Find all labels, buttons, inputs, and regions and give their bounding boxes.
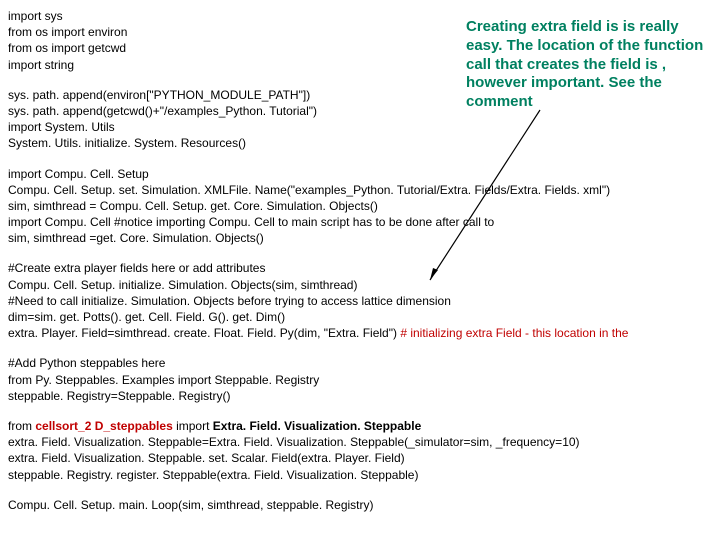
code-line: extra. Field. Visualization. Steppable=E…: [8, 434, 712, 450]
code-line: sim, simthread = Compu. Cell. Setup. get…: [8, 198, 712, 214]
code-line: #Create extra player fields here or add …: [8, 260, 712, 276]
code-line: import Compu. Cell. Setup: [8, 166, 712, 182]
code-line: from cellsort_2 D_steppables import Extr…: [8, 418, 712, 434]
code-text: from: [8, 419, 35, 433]
code-line: steppable. Registry=Steppable. Registry(…: [8, 388, 712, 404]
code-line: Compu. Cell. Setup. set. Simulation. XML…: [8, 182, 712, 198]
code-block-4: #Create extra player fields here or add …: [8, 260, 712, 341]
code-line: import Compu. Cell #notice importing Com…: [8, 214, 712, 230]
code-line: dim=sim. get. Potts(). get. Cell. Field.…: [8, 309, 712, 325]
code-block-3: import Compu. Cell. Setup Compu. Cell. S…: [8, 166, 712, 247]
code-text: extra. Player. Field=simthread. create. …: [8, 326, 400, 340]
callout-text: Creating extra field is is really easy. …: [466, 18, 706, 112]
code-line: extra. Field. Visualization. Steppable. …: [8, 450, 712, 466]
code-line: Compu. Cell. Setup. main. Loop(sim, simt…: [8, 497, 712, 513]
code-block-5: #Add Python steppables here from Py. Ste…: [8, 355, 712, 404]
code-line: import System. Utils: [8, 119, 712, 135]
module-name: cellsort_2 D_steppables: [35, 419, 172, 433]
code-line: Compu. Cell. Setup. initialize. Simulati…: [8, 277, 712, 293]
code-text: import: [173, 419, 213, 433]
code-comment-red: # initializing extra Field - this locati…: [400, 326, 628, 340]
code-line: steppable. Registry. register. Steppable…: [8, 467, 712, 483]
code-line: from Py. Steppables. Examples import Ste…: [8, 372, 712, 388]
class-name: Extra. Field. Visualization. Steppable: [213, 419, 422, 433]
code-line: #Add Python steppables here: [8, 355, 712, 371]
code-block-6: from cellsort_2 D_steppables import Extr…: [8, 418, 712, 483]
code-line: sim, simthread =get. Core. Simulation. O…: [8, 230, 712, 246]
code-line: System. Utils. initialize. System. Resou…: [8, 135, 712, 151]
code-block-7: Compu. Cell. Setup. main. Loop(sim, simt…: [8, 497, 712, 513]
code-line: extra. Player. Field=simthread. create. …: [8, 325, 712, 341]
code-line: #Need to call initialize. Simulation. Ob…: [8, 293, 712, 309]
arrow-line: [430, 110, 590, 290]
